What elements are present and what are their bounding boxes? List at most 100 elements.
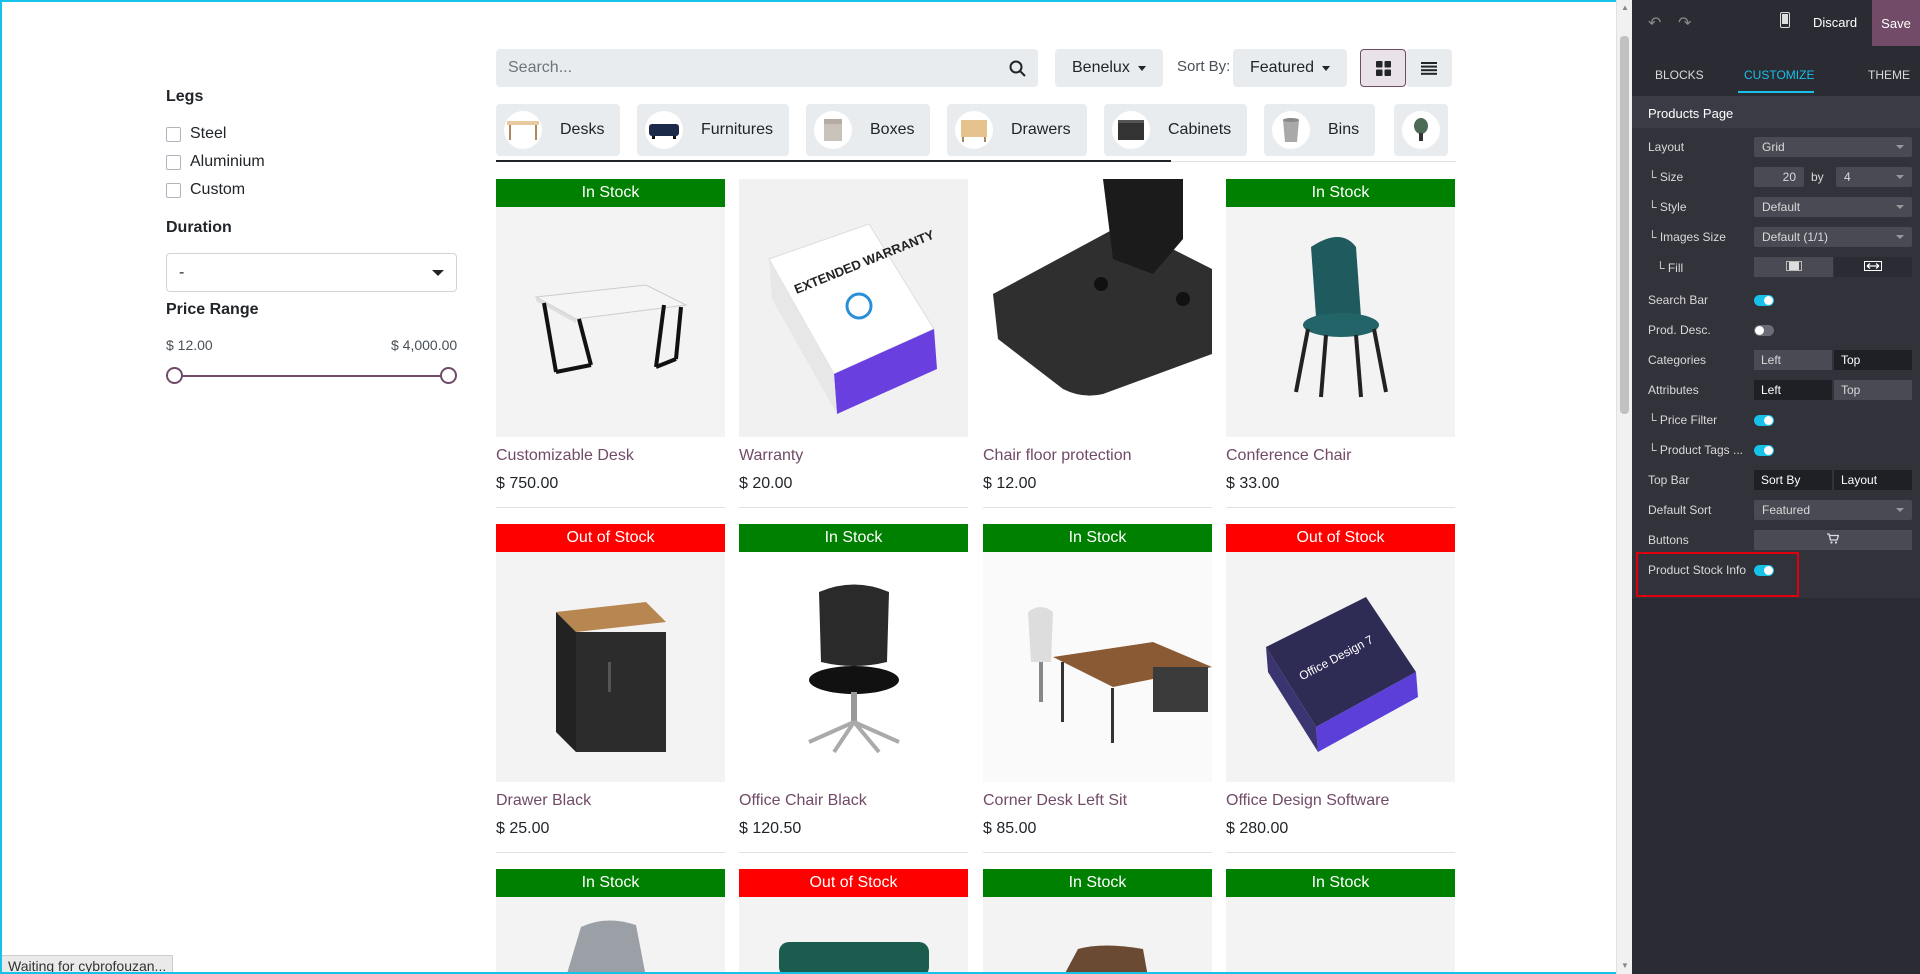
- product-image[interactable]: [983, 897, 1212, 972]
- discard-button[interactable]: Discard: [1813, 15, 1857, 30]
- product-card[interactable]: In Stock: [983, 869, 1212, 972]
- chevron-down-icon: [1896, 175, 1904, 179]
- legs-option-steel[interactable]: Steel: [166, 125, 226, 143]
- shopping-cart-icon: [1827, 533, 1840, 544]
- tab-blocks[interactable]: BLOCKS: [1655, 68, 1704, 82]
- product-name[interactable]: Office Design Software: [1226, 792, 1455, 810]
- product-name[interactable]: Chair floor protection: [983, 447, 1212, 465]
- product-image-warranty[interactable]: EXTENDED WARRANTY: [739, 179, 968, 437]
- product-image[interactable]: [496, 897, 725, 972]
- category-lamps-partial[interactable]: [1394, 104, 1448, 156]
- attributes-left-button[interactable]: Left: [1754, 380, 1832, 400]
- fill-contain-button[interactable]: [1754, 257, 1833, 277]
- tab-customize[interactable]: CUSTOMIZE: [1744, 68, 1814, 82]
- product-image-office-chair[interactable]: [739, 552, 968, 782]
- search-bar-toggle[interactable]: [1754, 295, 1774, 306]
- stock-badge: In Stock: [1226, 869, 1455, 897]
- product-image-drawer[interactable]: [496, 552, 725, 782]
- product-name[interactable]: Conference Chair: [1226, 447, 1455, 465]
- images-size-select[interactable]: Default (1/1): [1754, 227, 1912, 247]
- chevron-down-icon: [1896, 508, 1904, 512]
- tab-theme[interactable]: THEME: [1868, 68, 1910, 82]
- checkbox[interactable]: [166, 154, 181, 170]
- layout-label: Layout: [1648, 140, 1685, 154]
- scrollbar-thumb[interactable]: [1620, 36, 1629, 414]
- mobile-preview-icon[interactable]: [1780, 12, 1790, 33]
- product-card[interactable]: In Stock Corner Desk Left Sit $ 85.00: [983, 524, 1212, 838]
- legs-option-aluminium[interactable]: Aluminium: [166, 153, 265, 171]
- checkbox[interactable]: [166, 182, 181, 198]
- product-image-conference-chair[interactable]: [1226, 207, 1455, 437]
- size-columns-input[interactable]: 20: [1754, 167, 1804, 187]
- category-desks[interactable]: Desks: [496, 104, 621, 156]
- pricelist-dropdown[interactable]: Benelux: [1055, 49, 1163, 87]
- category-divider: [1171, 161, 1456, 162]
- product-card[interactable]: Out of Stock: [739, 869, 968, 972]
- product-image[interactable]: [1226, 897, 1455, 972]
- product-card[interactable]: In Stock Conference Chair $ 33.00: [1226, 179, 1455, 493]
- product-card[interactable]: EXTENDED WARRANTY Warranty $ 20.00: [739, 179, 968, 493]
- category-furnitures[interactable]: Furnitures: [637, 104, 790, 156]
- product-card[interactable]: In Stock Customizable Desk $ 750.00: [496, 179, 725, 493]
- product-image-desk[interactable]: [496, 207, 725, 437]
- top-bar-sort-button[interactable]: Sort By: [1754, 470, 1832, 490]
- product-card[interactable]: In Stock: [496, 869, 725, 972]
- product-card[interactable]: In Stock Office Chair Black $ 120.50: [739, 524, 968, 838]
- search-icon[interactable]: [1009, 60, 1026, 77]
- search-input[interactable]: Search...: [496, 49, 1038, 87]
- product-name[interactable]: Warranty: [739, 447, 968, 465]
- attributes-label: Attributes: [1648, 383, 1699, 397]
- save-button[interactable]: Save: [1872, 0, 1920, 46]
- product-name[interactable]: Corner Desk Left Sit: [983, 792, 1212, 810]
- lamp-thumbnail: [1402, 111, 1440, 149]
- top-bar-layout-button[interactable]: Layout: [1834, 470, 1912, 490]
- product-card[interactable]: Out of Stock Drawer Black $ 25.00: [496, 524, 725, 838]
- legs-option-custom[interactable]: Custom: [166, 181, 245, 199]
- product-image-floor-mat[interactable]: [983, 179, 1212, 437]
- grid-view-button[interactable]: [1360, 49, 1406, 87]
- categories-top-button[interactable]: Top: [1834, 350, 1912, 370]
- search-placeholder: Search...: [508, 59, 573, 76]
- sort-dropdown[interactable]: Featured: [1233, 49, 1348, 87]
- scroll-up-arrow-icon[interactable]: ▲: [1617, 0, 1633, 16]
- bin-thumbnail: [1272, 111, 1310, 149]
- product-name[interactable]: Office Chair Black: [739, 792, 968, 810]
- product-card[interactable]: Chair floor protection $ 12.00: [983, 179, 1212, 493]
- product-image-software[interactable]: Office Design 7: [1226, 552, 1455, 782]
- price-filter-toggle[interactable]: [1754, 415, 1774, 426]
- add-to-cart-option-button[interactable]: [1754, 530, 1912, 550]
- product-card[interactable]: In Stock: [1226, 869, 1455, 972]
- category-boxes[interactable]: Boxes: [806, 104, 931, 156]
- product-image[interactable]: [739, 897, 968, 972]
- product-tags-toggle[interactable]: [1754, 445, 1774, 456]
- product-card[interactable]: Out of Stock Office Design 7 Office Desi…: [1226, 524, 1455, 838]
- categories-left-button[interactable]: Left: [1754, 350, 1832, 370]
- prod-desc-toggle[interactable]: [1754, 325, 1774, 336]
- product-name[interactable]: Customizable Desk: [496, 447, 725, 465]
- images-size-label: └ Images Size: [1648, 230, 1726, 244]
- category-drawers[interactable]: Drawers: [947, 104, 1087, 156]
- stock-badge: In Stock: [496, 179, 725, 207]
- category-cabinets[interactable]: Cabinets: [1104, 104, 1248, 156]
- default-sort-select[interactable]: Featured: [1754, 500, 1912, 520]
- sofa-thumbnail: [645, 111, 683, 149]
- category-bins[interactable]: Bins: [1264, 104, 1376, 156]
- fill-cover-button[interactable]: [1834, 257, 1912, 277]
- duration-select[interactable]: -: [166, 253, 457, 292]
- redo-icon[interactable]: ↷: [1678, 13, 1691, 33]
- products-page-options: Layout Grid └ Size 20 by 4 └ Style Defau…: [1632, 128, 1920, 598]
- attributes-top-button[interactable]: Top: [1834, 380, 1912, 400]
- undo-icon[interactable]: ↶: [1648, 13, 1661, 33]
- layout-select[interactable]: Grid: [1754, 137, 1912, 157]
- size-rows-select[interactable]: 4: [1836, 167, 1912, 187]
- product-image-corner-desk[interactable]: [983, 552, 1212, 782]
- row-divider: [1226, 507, 1455, 508]
- scroll-down-arrow-icon[interactable]: ▼: [1617, 958, 1633, 974]
- price-max-handle[interactable]: [440, 367, 457, 384]
- checkbox[interactable]: [166, 126, 181, 142]
- page-scrollbar[interactable]: ▲ ▼: [1616, 0, 1632, 974]
- style-select[interactable]: Default: [1754, 197, 1912, 217]
- list-view-button[interactable]: [1406, 49, 1452, 87]
- product-name[interactable]: Drawer Black: [496, 792, 725, 810]
- price-min-handle[interactable]: [166, 367, 183, 384]
